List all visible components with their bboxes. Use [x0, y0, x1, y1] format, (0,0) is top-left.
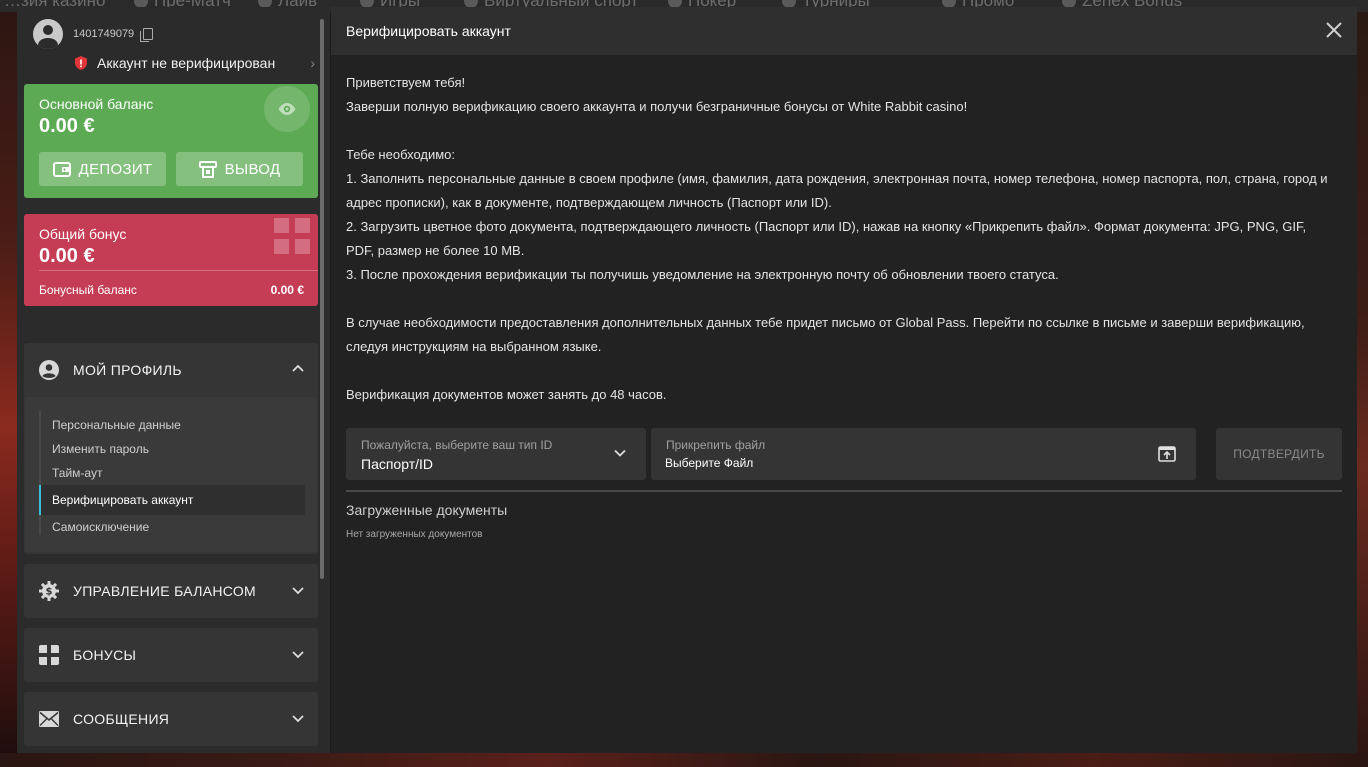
submenu-timeout[interactable]: Тайм-аут	[52, 466, 102, 480]
deposit-label: ДЕПОЗИТ	[78, 160, 153, 178]
global-pass-text: В случае необходимости предоставления до…	[346, 315, 1305, 354]
step-3-text: 3. После прохождения верификации ты полу…	[346, 267, 1059, 282]
bonuses-label: БОНУСЫ	[73, 647, 137, 663]
upload-icon[interactable]	[1158, 446, 1176, 462]
uploaded-docs-title: Загруженные документы	[346, 502, 508, 518]
verify-status-link[interactable]: Аккаунт не верифицирован ›	[75, 55, 315, 71]
submenu-personal-data[interactable]: Персональные данные	[52, 418, 181, 432]
chevron-down-icon	[292, 715, 304, 723]
bonus-amount: 0.00 €	[39, 245, 95, 267]
messages-label: СООБЩЕНИЯ	[73, 711, 170, 727]
attach-file-label: Прикрепить файл	[666, 438, 766, 452]
my-profile-submenu: Персональные данные Изменить пароль Тайм…	[25, 397, 317, 552]
attach-file-field[interactable]: Прикрепить файл Выберите Файл	[651, 428, 1196, 480]
gear-dollar-icon: $	[39, 581, 59, 601]
bonus-balance-card: Общий бонус 0.00 € Бонусный баланс 0.00 …	[24, 214, 318, 306]
envelope-icon	[39, 711, 59, 727]
user-id: 1401749079	[73, 28, 135, 40]
main-balance-title: Основной баланс	[39, 96, 154, 112]
profile-sidebar: 1401749079 Аккаунт не верифицирован › Ос…	[17, 7, 330, 753]
withdraw-button[interactable]: ВЫВОД	[176, 152, 303, 186]
bonus-divider	[39, 270, 318, 271]
shield-alert-icon	[75, 56, 87, 70]
submenu-active-bar	[39, 485, 41, 515]
duration-text: Верификация документов может занять до 4…	[346, 387, 667, 402]
id-type-select[interactable]: Пожалуйста, выберите ваш тип ID Паспорт/…	[346, 428, 646, 480]
id-type-value: Паспорт/ID	[361, 456, 433, 472]
avatar-icon	[33, 19, 63, 49]
main-balance-amount: 0.00 €	[39, 115, 95, 137]
main-balance-card: Основной баланс 0.00 € ДЕПОЗИТ ВЫВОД	[24, 84, 318, 198]
modal-body: Приветствуем тебя! Заверши полную верифи…	[346, 71, 1336, 407]
withdraw-label: ВЫВОД	[224, 160, 281, 178]
messages-section[interactable]: СООБЩЕНИЯ	[24, 692, 318, 746]
svg-text:$: $	[46, 587, 53, 598]
uploaded-docs-empty: Нет загруженных документов	[346, 529, 483, 540]
chevron-down-icon	[614, 449, 626, 457]
messages-header[interactable]: СООБЩЕНИЯ	[24, 692, 318, 746]
greeting-text: Приветствуем тебя!	[346, 75, 466, 90]
bonus-balance-label: Бонусный баланс	[39, 283, 137, 297]
sidebar-scrollbar[interactable]	[320, 19, 324, 579]
deposit-button[interactable]: ДЕПОЗИТ	[39, 152, 166, 186]
step-2-text: 2. Загрузить цветное фото документа, под…	[346, 219, 1307, 258]
bonuses-header[interactable]: БОНУСЫ	[24, 628, 318, 682]
chevron-down-icon	[292, 651, 304, 659]
attach-file-value: Выберите Файл	[665, 456, 754, 470]
submenu-change-password[interactable]: Изменить пароль	[52, 442, 149, 456]
background-left-strip	[0, 12, 18, 767]
background-bottom-strip	[0, 753, 1368, 767]
step-1-text: 1. Заполнить персональные данные в своем…	[346, 171, 1328, 210]
bonus-balance-value: 0.00 €	[270, 283, 304, 297]
confirm-label: ПОДТВЕРДИТЬ	[1233, 447, 1325, 461]
background-right-strip	[1356, 12, 1368, 767]
submenu-line	[39, 411, 41, 535]
modal-title: Верифицировать аккаунт	[346, 23, 511, 39]
modal-header: Верифицировать аккаунт	[331, 7, 1357, 55]
balance-management-label: УПРАВЛЕНИЕ БАЛАНСОМ	[73, 583, 257, 599]
need-title: Тебе необходимо:	[346, 147, 456, 162]
bonuses-section[interactable]: БОНУСЫ	[24, 628, 318, 682]
atm-icon	[198, 160, 217, 178]
user-circle-icon	[39, 360, 59, 380]
chevron-down-icon	[292, 587, 304, 595]
wallet-icon	[52, 161, 71, 177]
gift-box-icon	[39, 645, 59, 665]
submenu-self-exclusion[interactable]: Самоисключение	[52, 520, 149, 534]
confirm-button[interactable]: ПОДТВЕРДИТЬ	[1216, 428, 1342, 480]
gift-icon	[274, 218, 310, 254]
my-profile-label: МОЙ ПРОФИЛЬ	[73, 362, 182, 378]
verify-account-modal: Верифицировать аккаунт Приветствуем тебя…	[331, 7, 1357, 753]
divider	[346, 490, 1342, 492]
my-profile-header[interactable]: МОЙ ПРОФИЛЬ	[24, 343, 318, 397]
id-type-label: Пожалуйста, выберите ваш тип ID	[361, 438, 553, 452]
user-row: 1401749079	[33, 19, 154, 49]
balance-management-header[interactable]: $ УПРАВЛЕНИЕ БАЛАНСОМ	[24, 564, 318, 618]
bonus-title: Общий бонус	[39, 226, 127, 242]
chevron-up-icon	[292, 364, 304, 372]
eye-icon[interactable]	[264, 86, 310, 132]
balance-management-section[interactable]: $ УПРАВЛЕНИЕ БАЛАНСОМ	[24, 564, 318, 618]
submenu-verify-account[interactable]: Верифицировать аккаунт	[52, 493, 193, 507]
close-icon[interactable]	[1325, 21, 1343, 39]
verify-status-text: Аккаунт не верифицирован	[97, 55, 276, 71]
copy-icon[interactable]	[140, 28, 154, 42]
chevron-right-icon: ›	[310, 55, 315, 71]
my-profile-section: МОЙ ПРОФИЛЬ Персональные данные Изменить…	[24, 343, 318, 554]
intro-text: Заверши полную верификацию своего аккаун…	[346, 99, 968, 114]
